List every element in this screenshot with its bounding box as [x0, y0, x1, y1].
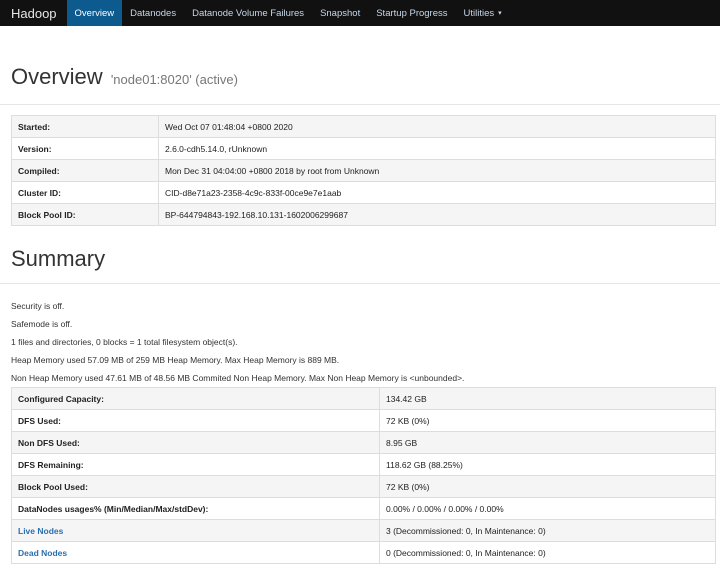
- table-row: Cluster ID: CID-d8e71a23-2358-4c9c-833f-…: [11, 181, 716, 204]
- table-row: DataNodes usages% (Min/Median/Max/stdDev…: [11, 497, 716, 520]
- row-key: DataNodes usages% (Min/Median/Max/stdDev…: [11, 497, 380, 520]
- row-key: Block Pool Used:: [11, 475, 380, 498]
- overview-title: Overview: [11, 64, 103, 89]
- non-heap-memory: Non Heap Memory used 47.61 MB of 48.56 M…: [11, 373, 465, 383]
- table-row: DFS Used: 72 KB (0%): [11, 409, 716, 432]
- table-row: Block Pool ID: BP-644794843-192.168.10.1…: [11, 203, 716, 226]
- row-key: Cluster ID:: [11, 181, 159, 204]
- row-value: 8.95 GB: [379, 431, 716, 454]
- table-row: Version: 2.6.0-cdh5.14.0, rUnknown: [11, 137, 716, 160]
- security-status: Security is off.: [11, 301, 65, 311]
- table-row: Compiled: Mon Dec 31 04:04:00 +0800 2018…: [11, 159, 716, 182]
- page-title: Overview 'node01:8020' (active): [11, 64, 720, 93]
- table-row: Block Pool Used: 72 KB (0%): [11, 475, 716, 498]
- row-value: 72 KB (0%): [379, 409, 716, 432]
- row-value: BP-644794843-192.168.10.131-160200629968…: [158, 203, 716, 226]
- dead-nodes-link[interactable]: Dead Nodes: [18, 548, 67, 558]
- table-row: Non DFS Used: 8.95 GB: [11, 431, 716, 454]
- safemode-status: Safemode is off.: [11, 319, 73, 329]
- row-value: 2.6.0-cdh5.14.0, rUnknown: [158, 137, 716, 160]
- row-key: Block Pool ID:: [11, 203, 159, 226]
- row-value: Wed Oct 07 01:48:04 +0800 2020: [158, 115, 716, 138]
- row-value: Mon Dec 31 04:04:00 +0800 2018 by root f…: [158, 159, 716, 182]
- top-navbar: Hadoop Overview Datanodes Datanode Volum…: [0, 0, 720, 26]
- tab-startup-progress[interactable]: Startup Progress: [368, 0, 455, 26]
- tab-overview[interactable]: Overview: [66, 0, 123, 26]
- summary-lines: Security is off. Safemode is off. 1 file…: [11, 297, 720, 387]
- table-row: Configured Capacity: 134.42 GB: [11, 387, 716, 410]
- tab-datanodes[interactable]: Datanodes: [122, 0, 184, 26]
- table-row: Live Nodes 3 (Decommissioned: 0, In Main…: [11, 519, 716, 542]
- row-key: Non DFS Used:: [11, 431, 380, 454]
- row-value: 134.42 GB: [379, 387, 716, 410]
- live-nodes-cell: Live Nodes: [11, 519, 380, 542]
- row-key: DFS Remaining:: [11, 453, 380, 476]
- live-nodes-link[interactable]: Live Nodes: [18, 526, 63, 536]
- tab-utilities[interactable]: Utilities ▾: [456, 0, 510, 26]
- tab-datanode-volume-failures[interactable]: Datanode Volume Failures: [184, 0, 312, 26]
- tab-utilities-label: Utilities: [463, 7, 495, 19]
- summary-title: Summary: [11, 246, 106, 271]
- row-value: 0.00% / 0.00% / 0.00% / 0.00%: [379, 497, 716, 520]
- row-key: Configured Capacity:: [11, 387, 380, 410]
- row-key: DFS Used:: [11, 409, 380, 432]
- table-row: Dead Nodes 0 (Decommissioned: 0, In Main…: [11, 541, 716, 564]
- dead-nodes-cell: Dead Nodes: [11, 541, 380, 564]
- brand-logo[interactable]: Hadoop: [0, 0, 67, 26]
- divider: [0, 104, 720, 105]
- overview-table: Started: Wed Oct 07 01:48:04 +0800 2020 …: [11, 115, 716, 226]
- table-row: DFS Remaining: 118.62 GB (88.25%): [11, 453, 716, 476]
- row-value: 0 (Decommissioned: 0, In Maintenance: 0): [379, 541, 716, 564]
- tab-snapshot[interactable]: Snapshot: [312, 0, 368, 26]
- overview-subtitle: 'node01:8020' (active): [110, 72, 238, 87]
- row-value: 3 (Decommissioned: 0, In Maintenance: 0): [379, 519, 716, 542]
- row-key: Version:: [11, 137, 159, 160]
- table-row: Started: Wed Oct 07 01:48:04 +0800 2020: [11, 115, 716, 138]
- row-key: Started:: [11, 115, 159, 138]
- heap-memory: Heap Memory used 57.09 MB of 259 MB Heap…: [11, 355, 340, 365]
- filesystem-objects: 1 files and directories, 0 blocks = 1 to…: [11, 337, 238, 347]
- row-value: 118.62 GB (88.25%): [379, 453, 716, 476]
- divider: [0, 283, 720, 284]
- chevron-down-icon: ▾: [498, 10, 502, 17]
- main-content: Overview 'node01:8020' (active) Started:…: [0, 64, 720, 564]
- row-value: CID-d8e71a23-2358-4c9c-833f-00ce9e7e1aab: [158, 181, 716, 204]
- row-key: Compiled:: [11, 159, 159, 182]
- summary-table: Configured Capacity: 134.42 GB DFS Used:…: [11, 387, 716, 564]
- row-value: 72 KB (0%): [379, 475, 716, 498]
